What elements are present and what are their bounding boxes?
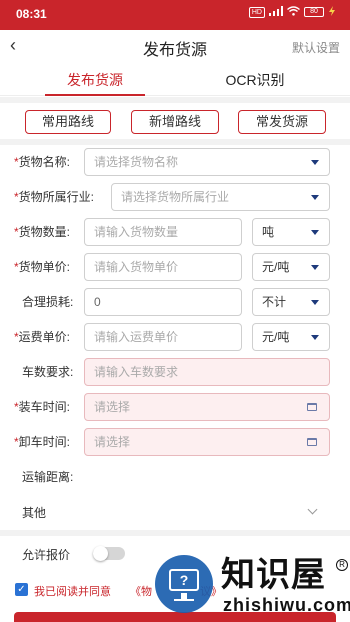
agreement-checkbox[interactable]: ✓ — [15, 583, 28, 596]
tab-bar: 发布货源 OCR识别 — [0, 64, 350, 96]
other-label: 其他 — [22, 506, 47, 520]
registered-mark: R — [336, 559, 348, 571]
caret-down-icon — [311, 195, 319, 200]
industry-select[interactable]: 请选择货物所属行业 — [111, 183, 330, 211]
freight-price-input[interactable]: 请输入运费单价 — [84, 323, 242, 351]
tab-ocr[interactable]: OCR识别 — [205, 64, 305, 96]
form-row-industry: *货物所属行业: 请选择货物所属行业 — [0, 183, 350, 213]
battery-icon: 80 — [304, 7, 324, 17]
agreement-text: 我已阅读并同意 — [34, 586, 111, 598]
section-divider — [0, 139, 350, 145]
section-divider — [0, 530, 350, 536]
add-route-button[interactable]: 新增路线 — [131, 110, 219, 134]
loss-unit-select[interactable]: 不计 — [252, 288, 330, 316]
unit-price-label: *货物单价: — [14, 260, 71, 274]
form-row-vehicle-req: 车数要求: 请输入车数要求 — [0, 358, 350, 388]
logo-base — [174, 599, 194, 601]
loss-input[interactable]: 0 — [84, 288, 242, 316]
freight-price-label: *运费单价: — [14, 330, 71, 344]
cargo-name-select[interactable]: 请选择货物名称 — [84, 148, 330, 176]
chevron-down-icon — [307, 504, 318, 515]
loss-label: 合理损耗: — [22, 295, 74, 309]
form-row-quantity: *货物数量: 请输入货物数量 吨 — [0, 218, 350, 248]
caret-down-icon — [311, 300, 319, 305]
calendar-icon — [307, 403, 317, 411]
status-time: 08:31 — [16, 7, 47, 21]
caret-down-icon — [311, 230, 319, 235]
calendar-icon — [307, 438, 317, 446]
unit-price-input[interactable]: 请输入货物单价 — [84, 253, 242, 281]
signal-icon — [269, 6, 283, 18]
watermark-domain: zhishiwu.com — [223, 595, 350, 615]
cargo-name-label: *货物名称: — [14, 155, 71, 169]
load-time-label: *装车时间: — [14, 400, 71, 414]
help-icon: ? — [169, 569, 199, 591]
form-row-freight-price: *运费单价: 请输入运费单价 元/吨 — [0, 323, 350, 353]
status-bar: 08:31 HD 80 — [0, 0, 350, 30]
status-icons: HD 80 — [248, 6, 336, 18]
vehicle-req-input[interactable]: 请输入车数要求 — [84, 358, 330, 386]
section-divider — [0, 97, 350, 103]
caret-down-icon — [311, 265, 319, 270]
unit-price-unit-select[interactable]: 元/吨 — [252, 253, 330, 281]
watermark-brand: 知识屋 — [221, 555, 326, 595]
wifi-icon — [287, 6, 300, 18]
form-row-load-time: *装车时间: 请选择 — [0, 393, 350, 423]
form-row-loss: 合理损耗: 0 不计 — [0, 288, 350, 318]
load-time-picker[interactable]: 请选择 — [84, 393, 330, 421]
tab-publish-cargo[interactable]: 发布货源 — [45, 64, 145, 96]
agreement-link[interactable]: 《物 — [130, 583, 152, 599]
distance-label: 运输距离: — [22, 470, 74, 484]
hd-icon: HD — [248, 6, 265, 18]
unload-time-label: *卸车时间: — [14, 435, 71, 449]
vehicle-req-label: 车数要求: — [22, 365, 74, 379]
form-row-unload-time: *卸车时间: 请选择 — [0, 428, 350, 458]
freight-unit-select[interactable]: 元/吨 — [252, 323, 330, 351]
quantity-label: *货物数量: — [14, 225, 71, 239]
unload-time-picker[interactable]: 请选择 — [84, 428, 330, 456]
default-settings-button[interactable]: 默认设置 — [292, 39, 340, 56]
caret-down-icon — [311, 335, 319, 340]
form-row-unit-price: *货物单价: 请输入货物单价 元/吨 — [0, 253, 350, 283]
charging-icon — [328, 6, 336, 18]
allow-quote-label: 允许报价 — [22, 548, 71, 562]
industry-label: *货物所属行业: — [14, 190, 95, 204]
watermark-logo: ? — [155, 555, 213, 613]
form-row-cargo-name: *货物名称: 请选择货物名称 — [0, 148, 350, 178]
form-row-distance: 运输距离: — [0, 463, 350, 493]
frequent-cargo-button[interactable]: 常发货源 — [238, 110, 326, 134]
quantity-input[interactable]: 请输入货物数量 — [84, 218, 242, 246]
allow-quote-toggle[interactable] — [93, 546, 125, 561]
nav-bar: ‹ 发布货源 默认设置 — [0, 30, 350, 62]
other-section-toggle[interactable]: 其他 — [0, 500, 350, 524]
quantity-unit-select[interactable]: 吨 — [252, 218, 330, 246]
caret-down-icon — [311, 160, 319, 165]
common-routes-button[interactable]: 常用路线 — [25, 110, 111, 134]
watermark: ? 知识屋 R zhishiwu.com — [155, 555, 350, 622]
